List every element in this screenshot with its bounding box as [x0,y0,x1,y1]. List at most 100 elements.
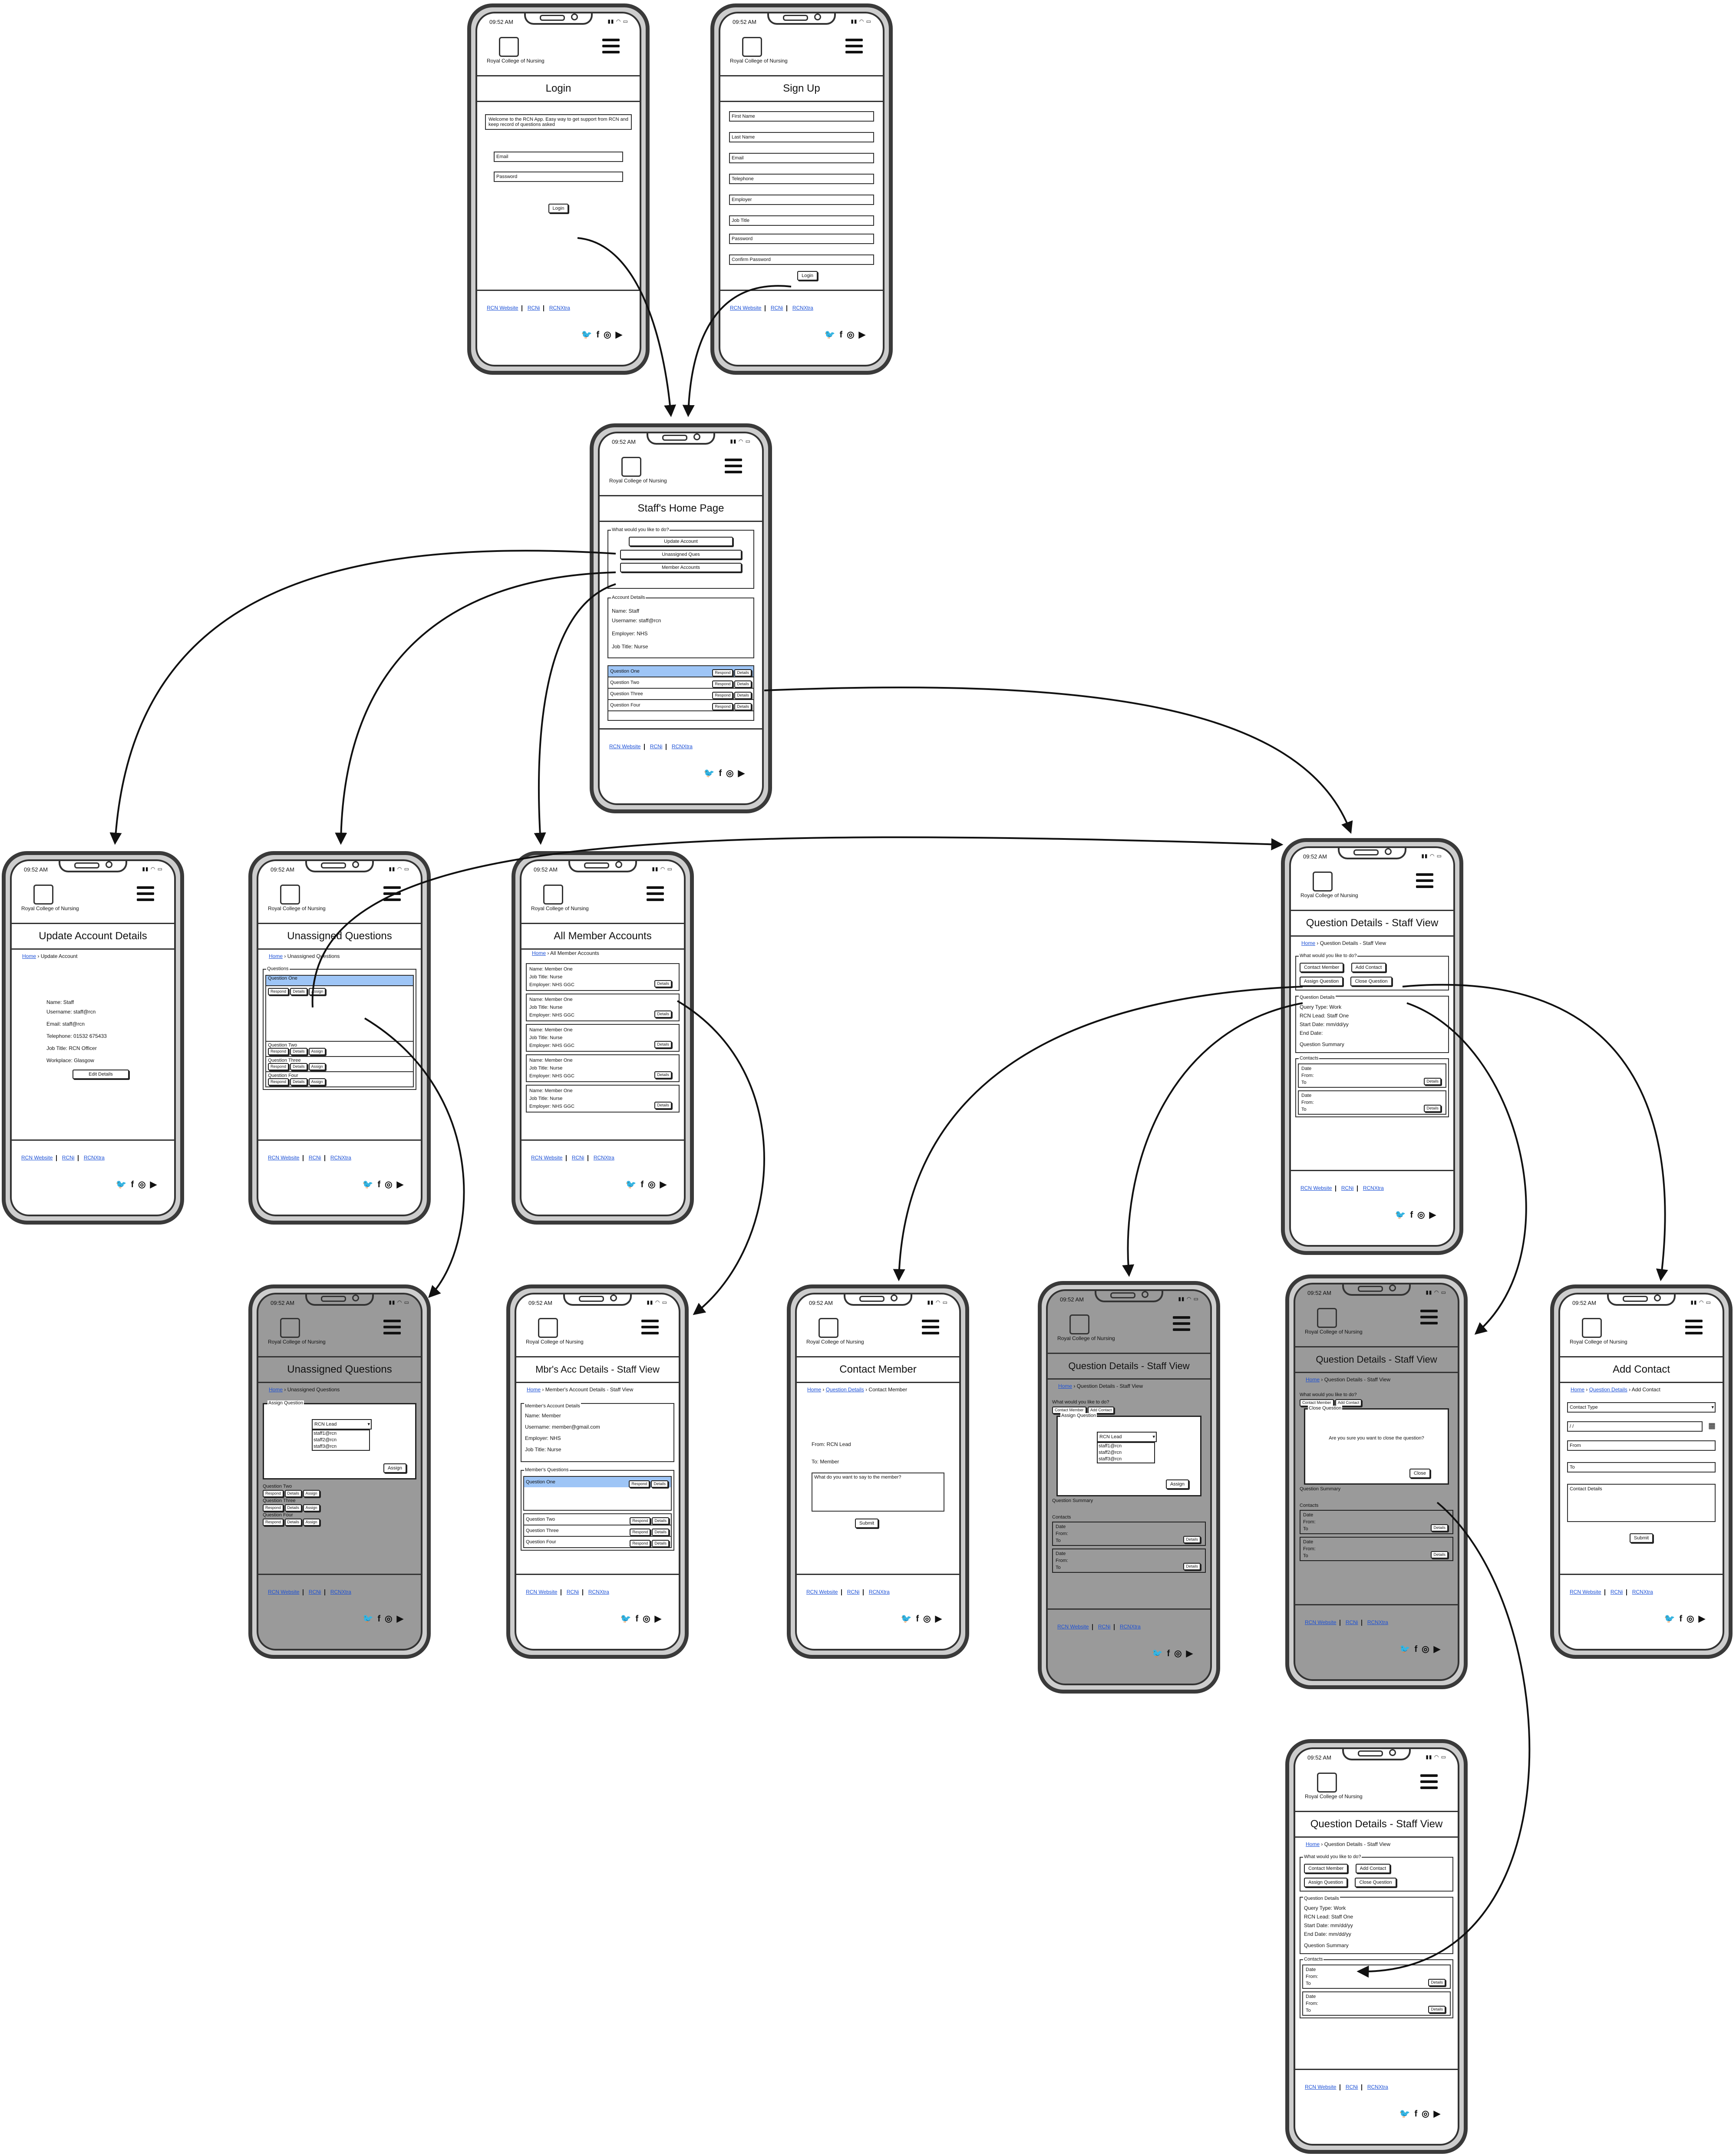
rcni-link[interactable]: RCNi [309,1589,321,1595]
respond-button[interactable]: Respond [712,669,733,677]
twitter-icon[interactable]: 🐦 [581,329,597,340]
list-item[interactable]: Question Two Respond Details [608,677,753,689]
twitter-icon[interactable]: 🐦 [1399,1644,1415,1654]
rcni-link[interactable]: RCNi [572,1155,584,1161]
youtube-icon[interactable]: ▶ [655,1613,666,1624]
assign-button[interactable]: Assign [308,1048,326,1055]
rcn-website-link[interactable]: RCN Website [531,1155,562,1161]
details-button[interactable]: Details [290,1078,307,1086]
twitter-icon[interactable]: 🐦 [825,329,840,340]
facebook-icon[interactable]: f [1410,1210,1417,1220]
member-card[interactable]: Name: Member One Job Title: Nurse Employer… [526,963,680,991]
contact-item[interactable]: Date From: To Details [1302,1965,1451,1989]
rcn-website-link[interactable]: RCN Website [609,743,640,749]
hamburger-menu-icon[interactable] [1685,1320,1703,1338]
contact-item[interactable]: Date From: To Details [1300,1510,1453,1534]
instagram-icon[interactable]: ◎ [385,1613,396,1624]
details-button[interactable]: Details [284,1504,302,1512]
rcni-link[interactable]: RCNi [1346,2084,1358,2090]
respond-button[interactable]: Respond [268,1063,289,1070]
assign-button[interactable]: Assign [383,1463,406,1473]
rcnxtra-link[interactable]: RCNXtra [330,1589,351,1595]
respond-button[interactable]: Respond [263,1490,284,1497]
list-item[interactable]: Question Two Respond Details [523,1513,672,1525]
contact-details-textarea[interactable]: Contact Details [1567,1484,1716,1522]
breadcrumb-home[interactable]: Home [1301,940,1315,946]
details-button[interactable]: Details [652,1517,669,1525]
facebook-icon[interactable]: f [377,1180,385,1190]
rcn-lead-select[interactable]: RCN Lead ▾ [1097,1432,1157,1442]
rcn-website-link[interactable]: RCN Website [730,305,761,311]
list-item[interactable]: Question One Respond Details Assign [265,975,414,1042]
list-item[interactable]: Question One Respond Details [523,1476,672,1511]
instagram-icon[interactable]: ◎ [1417,1209,1429,1220]
close-question-button[interactable]: Close Question [1355,1878,1396,1887]
twitter-icon[interactable]: 🐦 [1395,1209,1410,1220]
rcnxtra-link[interactable]: RCNXtra [792,305,813,311]
list-item[interactable]: Question Two Respond Details Assign [265,1042,414,1057]
rcn-website-link[interactable]: RCN Website [806,1589,838,1595]
youtube-icon[interactable]: ▶ [616,329,627,340]
rcni-link[interactable]: RCNi [1341,1185,1354,1191]
youtube-icon[interactable]: ▶ [397,1179,408,1190]
rcnxtra-link[interactable]: RCNXtra [869,1589,890,1595]
twitter-icon[interactable]: 🐦 [626,1179,641,1190]
facebook-icon[interactable]: f [719,769,726,779]
submit-button[interactable]: Submit [1629,1533,1653,1543]
hamburger-menu-icon[interactable] [725,459,742,477]
rcnxtra-link[interactable]: RCNXtra [1363,1185,1384,1191]
rcn-website-link[interactable]: RCN Website [1305,1619,1336,1625]
member-card[interactable]: Name: Member One Job Title: Nurse Employer… [526,1024,680,1052]
respond-button[interactable]: Respond [712,680,733,688]
instagram-icon[interactable]: ◎ [643,1613,654,1624]
details-button[interactable]: Details [1424,1105,1441,1112]
dropdown-option[interactable]: staff3@rcn [1099,1456,1154,1463]
breadcrumb-home[interactable]: Home [1571,1387,1584,1393]
login-button[interactable]: Login [797,271,818,281]
breadcrumb-home[interactable]: Home [532,950,546,956]
hamburger-menu-icon[interactable] [647,886,664,905]
message-textarea[interactable]: What do you want to say to the member? [812,1473,944,1512]
contact-member-button[interactable]: Contact Member [1300,963,1344,972]
update-account-button[interactable]: Update Account [629,537,733,546]
assign-button[interactable]: Assign [303,1490,320,1497]
rcn-website-link[interactable]: RCN Website [1570,1589,1601,1595]
hamburger-menu-icon[interactable] [137,886,154,905]
rcni-link[interactable]: RCNi [847,1589,860,1595]
youtube-icon[interactable]: ▶ [935,1613,946,1624]
details-button[interactable]: Details [1183,1536,1201,1543]
instagram-icon[interactable]: ◎ [1422,1644,1433,1654]
twitter-icon[interactable]: 🐦 [1399,2108,1415,2119]
list-item[interactable]: Question One Respond Details [608,666,753,677]
breadcrumb-home[interactable]: Home [807,1387,821,1393]
youtube-icon[interactable]: ▶ [1186,1648,1197,1659]
instagram-icon[interactable]: ◎ [923,1613,935,1624]
details-button[interactable]: Details [652,1540,669,1547]
rcnxtra-link[interactable]: RCNXtra [588,1589,609,1595]
facebook-icon[interactable]: f [916,1614,923,1624]
dropdown-option[interactable]: staff2@rcn [314,1437,369,1443]
rcni-link[interactable]: RCNi [62,1155,75,1161]
twitter-icon[interactable]: 🐦 [620,1613,636,1624]
breadcrumb-home[interactable]: Home [22,953,36,959]
respond-button[interactable]: Respond [268,1078,289,1086]
facebook-icon[interactable]: f [1679,1614,1686,1624]
youtube-icon[interactable]: ▶ [1434,2108,1445,2119]
assign-button[interactable]: Assign [303,1519,320,1526]
first-name-field[interactable]: First Name [729,111,874,122]
details-button[interactable]: Details [284,1490,302,1497]
twitter-icon[interactable]: 🐦 [704,768,719,779]
respond-button[interactable]: Respond [712,703,733,710]
rcn-lead-select[interactable]: RCN Lead ▾ [312,1419,372,1430]
login-button[interactable]: Login [548,204,569,213]
email-field[interactable]: Email [494,152,623,162]
rcn-website-link[interactable]: RCN Website [526,1589,557,1595]
respond-button[interactable]: Respond [263,1504,284,1512]
assign-button[interactable]: Assign [303,1504,320,1512]
breadcrumb-question-details[interactable]: Question Details [1589,1387,1627,1393]
rcnxtra-link[interactable]: RCNXtra [1367,2084,1388,2090]
twitter-icon[interactable]: 🐦 [363,1179,378,1190]
contact-member-button[interactable]: Contact Member [1304,1864,1348,1873]
details-button[interactable]: Details [1428,2006,1446,2013]
rcnxtra-link[interactable]: RCNXtra [594,1155,614,1161]
